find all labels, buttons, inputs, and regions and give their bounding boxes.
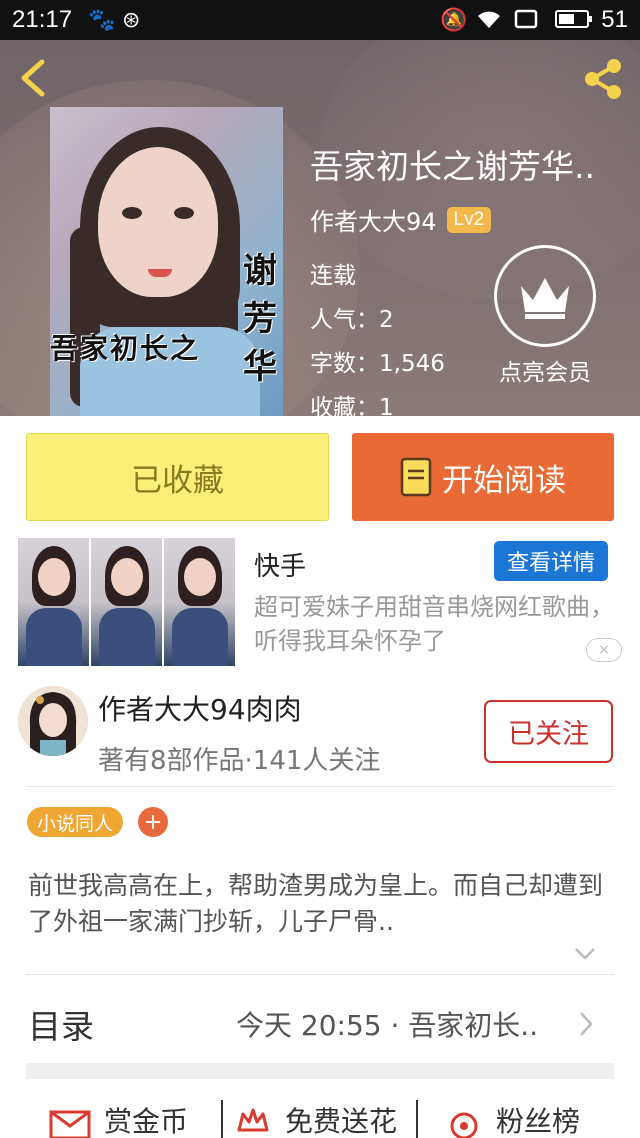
- send-flowers-button[interactable]: 免费送花: [233, 1100, 397, 1138]
- status-time: 21:17: [12, 6, 73, 33]
- ad-thumbnail: [91, 538, 162, 666]
- sync-icon: ⊛: [122, 8, 141, 33]
- follow-button[interactable]: 已关注: [484, 700, 613, 763]
- author-card-stats: 著有8部作品·141人关注: [98, 746, 381, 776]
- genre-tag[interactable]: 小说同人: [27, 807, 124, 837]
- start-reading-label: 开始阅读: [442, 462, 566, 499]
- cover-title-horizontal: 吾家初长之: [50, 332, 201, 365]
- ad-detail-button[interactable]: 查看详情: [494, 541, 608, 581]
- battery-level: 51: [601, 6, 628, 33]
- book-summary[interactable]: 前世我高高在上，帮助渣男成为皇上。而自己却遭到了外祖一家满门抄斩，儿子尸骨..: [28, 868, 613, 940]
- book-favorites: 收藏：1: [310, 395, 394, 421]
- collected-button[interactable]: 已收藏: [26, 433, 329, 521]
- chevron-right-icon: [580, 1012, 593, 1036]
- chevron-down-icon[interactable]: [573, 946, 597, 962]
- section-separator: [26, 1063, 614, 1079]
- mute-icon: 🔕: [440, 8, 468, 33]
- ad-title: 快手: [254, 552, 307, 582]
- battery-icon: [554, 8, 594, 36]
- back-icon: [21, 59, 45, 97]
- book-status: 连载: [310, 263, 356, 289]
- divider: [416, 1100, 418, 1138]
- wifi-icon: [476, 8, 502, 36]
- table-of-contents-row[interactable]: 目录 今天 20:55 · 吾家初长..: [0, 986, 640, 1058]
- ad-description: 超可爱妹子用甜音串烧网红歌曲，听得我耳朵怀孕了: [254, 593, 614, 655]
- author-card-name: 作者大大94肉肉: [98, 693, 302, 726]
- share-button[interactable]: [580, 56, 626, 102]
- ad-thumbnail: [164, 538, 235, 666]
- book-cover[interactable]: 吾家初长之 谢芳华: [50, 107, 283, 416]
- author-row[interactable]: 作者大大94 Lv2: [310, 202, 492, 237]
- book-word-count: 字数：1,546: [310, 351, 445, 377]
- baidu-paw-icon: 🐾: [88, 8, 116, 33]
- ad-banner[interactable]: 快手 查看详情 超可爱妹子用甜音串烧网红歌曲，听得我耳朵怀孕了: [0, 538, 640, 666]
- divider: [26, 974, 614, 975]
- avatar[interactable]: [18, 686, 88, 756]
- member-label: 点亮会员: [499, 360, 591, 386]
- cover-title-vertical: 谢芳华: [243, 251, 277, 387]
- action-bar: 赏金币 免费送花 粉丝榜: [0, 1092, 640, 1138]
- status-bar: 21:17 🐾 ⊛ 🔕 51: [0, 0, 640, 40]
- divider: [26, 786, 614, 787]
- level-badge: Lv2: [446, 206, 492, 233]
- book-icon: [400, 457, 432, 497]
- back-button[interactable]: [14, 56, 54, 100]
- member-button[interactable]: 点亮会员: [490, 245, 600, 387]
- book-popularity: 人气：2: [310, 307, 394, 333]
- flower-icon: [237, 1108, 269, 1132]
- reward-label: 赏金币: [104, 1105, 189, 1138]
- close-icon[interactable]: ×: [586, 638, 622, 662]
- start-reading-button[interactable]: 开始阅读: [352, 433, 614, 521]
- ad-thumbnail: [18, 538, 89, 666]
- envelope-icon: [49, 1110, 91, 1138]
- add-tag-button[interactable]: +: [138, 807, 168, 837]
- latest-chapter: 今天 20:55 · 吾家初长..: [236, 1009, 539, 1042]
- book-title: 吾家初长之谢芳华..: [310, 147, 595, 186]
- share-icon: [585, 59, 621, 99]
- send-flowers-label: 免费送花: [285, 1105, 398, 1138]
- screen-rotate-icon: [514, 8, 538, 36]
- fans-ranking-button[interactable]: 粉丝榜: [444, 1100, 580, 1138]
- crown-icon: [521, 278, 569, 319]
- reward-button[interactable]: 赏金币: [48, 1100, 188, 1138]
- author-name[interactable]: 作者大大94: [310, 202, 437, 237]
- divider: [221, 1100, 223, 1138]
- toc-label: 目录: [28, 1007, 94, 1046]
- fans-ranking-label: 粉丝榜: [496, 1105, 581, 1138]
- ranking-icon: [450, 1112, 478, 1138]
